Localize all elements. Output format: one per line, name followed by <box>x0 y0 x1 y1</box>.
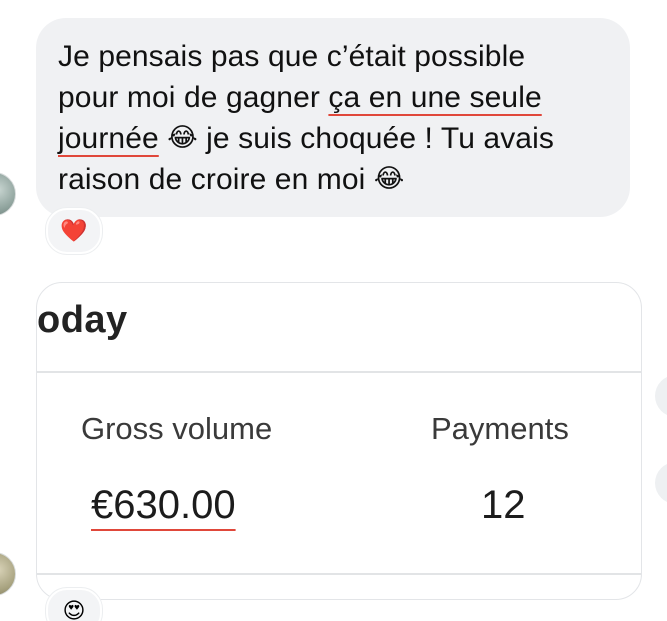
payments-value: 12 <box>481 483 526 527</box>
heart-icon: ❤️ <box>60 218 88 243</box>
spellcheck-underlined-text: journée <box>58 122 159 155</box>
gross-volume-value: €630.00 <box>91 483 236 527</box>
message-bubble-edge[interactable] <box>655 462 667 504</box>
chat-screenshot: Je pensais pas que c’était possible pour… <box>0 0 667 621</box>
tears-of-joy-emoji-icon: 😂 <box>373 163 405 193</box>
sender-avatar[interactable] <box>0 552 16 596</box>
message-text-segment: je suis choquée ! Tu avais <box>197 122 554 155</box>
message-line-3: journée 😂 je suis choquée ! Tu avais <box>58 118 618 159</box>
card-title: oday <box>37 299 128 341</box>
message-text: Je pensais pas que c’était possible pour… <box>58 36 618 200</box>
gross-volume-label: Gross volume <box>81 411 273 446</box>
message-line-4: raison de croire en moi 😂 <box>58 159 618 200</box>
spellcheck-underlined-text: ça en une seule <box>328 81 542 114</box>
payments-label: Payments <box>431 411 569 446</box>
message-bubble-edge[interactable] <box>655 375 667 417</box>
heart-eyes-reaction[interactable]: 😍 <box>46 588 102 621</box>
shared-screenshot-card[interactable]: oday Gross volume Payments €630.00 12 <box>36 282 642 600</box>
divider <box>37 371 641 373</box>
message-line-2: pour moi de gagner ça en une seule <box>58 77 618 118</box>
message-text-segment: raison de croire en moi <box>58 163 366 196</box>
message-text-segment: pour moi de gagner <box>58 81 329 114</box>
message-line-1: Je pensais pas que c’était possible <box>58 40 526 73</box>
heart-eyes-icon: 😍 <box>62 598 86 621</box>
sender-avatar[interactable] <box>0 172 16 216</box>
divider <box>37 573 641 575</box>
heart-reaction[interactable]: ❤️ <box>46 208 102 254</box>
tears-of-joy-emoji-icon: 😂 <box>167 122 198 152</box>
